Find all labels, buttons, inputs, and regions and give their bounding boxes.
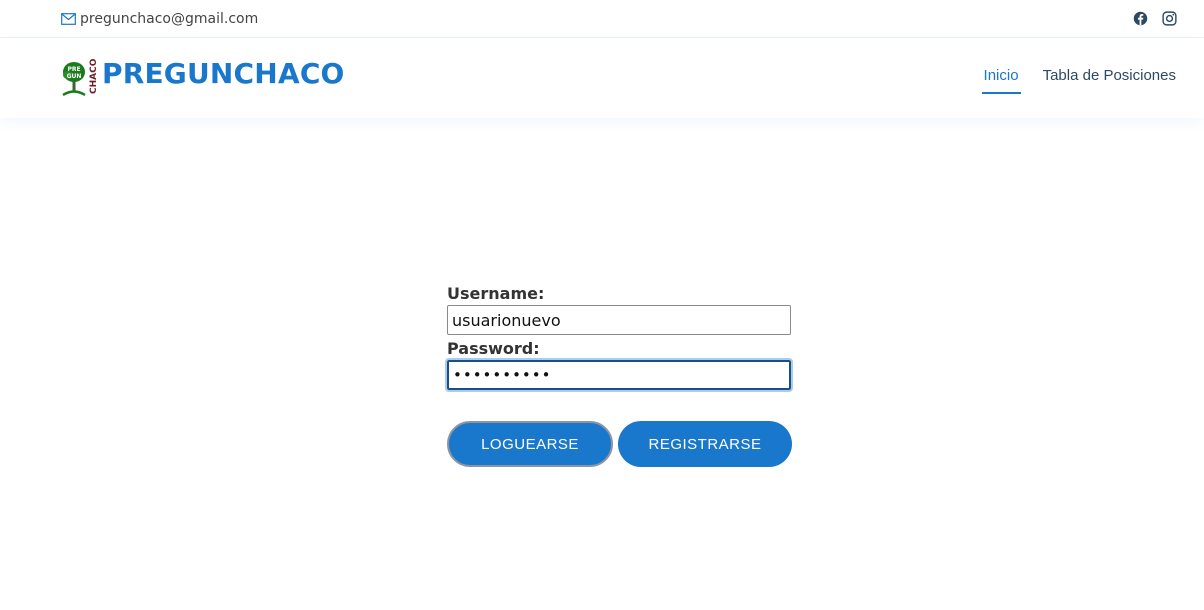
tree-logo-icon[interactable]: PRE GUN CHACO <box>61 58 101 98</box>
password-label: Password: <box>447 339 540 358</box>
contact-email[interactable]: pregunchaco@gmail.com <box>61 10 258 28</box>
facebook-icon[interactable] <box>1133 11 1148 26</box>
envelope-icon <box>61 13 76 25</box>
password-input[interactable] <box>445 358 793 392</box>
form-actions: LOGUEARSE REGISTRARSE <box>447 421 792 467</box>
login-button[interactable]: LOGUEARSE <box>447 421 613 467</box>
logo-text-pre: PRE <box>67 66 80 73</box>
brand-title[interactable]: PREGUNCHACO <box>102 57 345 90</box>
logo-text-gun: GUN <box>67 73 82 80</box>
username-label: Username: <box>447 284 545 303</box>
logo-text-chaco: CHACO <box>89 58 99 94</box>
main-nav: Inicio Tabla de Posiciones <box>981 67 1176 94</box>
top-bar: pregunchaco@gmail.com <box>0 0 1204 38</box>
nav-item-inicio[interactable]: Inicio <box>981 67 1021 94</box>
instagram-icon[interactable] <box>1162 11 1177 26</box>
login-form: Username: Password: <box>445 284 793 392</box>
nav-item-tabla-de-posiciones[interactable]: Tabla de Posiciones <box>1043 67 1176 94</box>
site-header: PRE GUN CHACO PREGUNCHACO Inicio Tabla d… <box>0 38 1204 118</box>
contact-email-text: pregunchaco@gmail.com <box>80 11 259 27</box>
username-input[interactable] <box>447 305 791 335</box>
register-button[interactable]: REGISTRARSE <box>618 421 792 467</box>
social-links <box>1133 11 1177 26</box>
